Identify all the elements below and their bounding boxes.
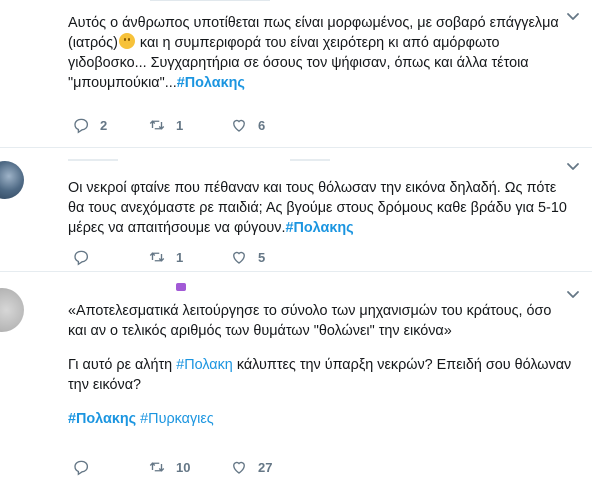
hashtag-link[interactable]: #Πολακη bbox=[176, 357, 233, 373]
like-button[interactable]: 27 bbox=[230, 457, 272, 477]
tweet-line: Οι νεκροί φταίνε που πέθαναν και τους θό… bbox=[68, 180, 557, 196]
retweet-icon bbox=[149, 252, 165, 262]
reply-icon bbox=[74, 250, 89, 266]
reply-button[interactable] bbox=[72, 247, 100, 267]
tweet-line-rest: και η συμπεριφορά του είναι χειρότερη κι… bbox=[139, 35, 500, 51]
tweet-actions: 1 5 bbox=[0, 247, 592, 267]
retweet-count: 10 bbox=[176, 459, 191, 475]
tweet-text: Οι νεκροί φταίνε που πέθαναν και τους θό… bbox=[68, 178, 567, 238]
truncated-header-line bbox=[150, 0, 270, 1]
like-count: 27 bbox=[258, 459, 273, 475]
retweet-icon bbox=[149, 120, 165, 130]
heart-icon bbox=[233, 461, 245, 474]
retweet-button[interactable]: 1 bbox=[148, 247, 183, 267]
tweet-line: Αυτός ο άνθρωπος υποτίθεται πως είναι μο… bbox=[68, 15, 559, 31]
badge-icon bbox=[176, 283, 186, 291]
chevron-down-icon[interactable] bbox=[566, 160, 580, 174]
reply-button[interactable] bbox=[72, 457, 100, 477]
tweet-3[interactable]: «Αποτελεσματικά λειτούργησε το σύνολο τω… bbox=[0, 271, 592, 478]
retweet-count: 1 bbox=[176, 117, 184, 133]
truncated-header-line bbox=[68, 159, 118, 161]
tweet-line-text: κάλυπτες την ύπαρξη νεκρών? Επειδή σου θ… bbox=[236, 357, 572, 373]
retweet-button[interactable]: 10 bbox=[148, 457, 190, 477]
tweet-actions: 10 27 bbox=[0, 457, 592, 477]
chevron-down-icon[interactable] bbox=[566, 10, 580, 24]
retweet-count: 1 bbox=[176, 249, 184, 265]
like-count: 6 bbox=[258, 117, 266, 133]
reply-button[interactable]: 2 bbox=[72, 115, 107, 135]
hashtags-line: #Πολακης #Πυρκαγιες bbox=[68, 409, 571, 429]
hashtag-link[interactable]: #Πολακης bbox=[68, 411, 136, 427]
reply-icon bbox=[74, 118, 89, 134]
retweet-icon bbox=[149, 462, 165, 472]
chevron-down-icon[interactable] bbox=[566, 288, 580, 302]
like-button[interactable]: 6 bbox=[230, 115, 265, 135]
tweet-text: Αυτός ο άνθρωπος υποτίθεται πως είναι μο… bbox=[68, 13, 559, 93]
tweet-line: θα τους ανεχόμαστε ρε παιδιά; Ας βγούμε … bbox=[68, 200, 567, 216]
tweet-actions: 2 1 6 bbox=[0, 115, 592, 135]
tweet-line: και αν ο τελικός αριθμός των θυμάτων "θο… bbox=[68, 323, 452, 339]
hashtag-link[interactable]: #Πυρκαγιες bbox=[140, 411, 214, 427]
tweet-1[interactable]: Αυτός ο άνθρωπος υποτίθεται πως είναι μο… bbox=[0, 0, 592, 147]
tweet-line: Γι αυτό ρε αλήτη #Πολακη κάλυπτες την ύπ… bbox=[68, 355, 571, 375]
tweet-line-prefix: (ιατρός) bbox=[68, 35, 118, 51]
tweet-line: την εικόνα? bbox=[68, 377, 142, 393]
tweet-line: (ιατρός) και η συμπεριφορά του είναι χει… bbox=[68, 33, 559, 53]
tweet-line: «Αποτελεσματικά λειτούργησε το σύνολο τω… bbox=[68, 303, 552, 319]
tweet-line: γιδοβοσκο... Συγχαρητήρια σε όσους τον ψ… bbox=[68, 55, 529, 71]
avatar[interactable] bbox=[0, 288, 24, 332]
tweet-line-text: μέρες να απαιτήσουμε να φύγουν. bbox=[68, 220, 286, 236]
tweet-line: μέρες να απαιτήσουμε να φύγουν.#Πολακης bbox=[68, 218, 567, 238]
heart-icon bbox=[233, 251, 245, 264]
hashtag-link[interactable]: #Πολακης bbox=[285, 220, 353, 236]
heart-icon bbox=[233, 119, 245, 132]
hashtag-link[interactable]: #Πολακης bbox=[177, 75, 245, 91]
tweet-line-text: Γι αυτό ρε αλήτη bbox=[68, 357, 173, 373]
avatar[interactable] bbox=[0, 161, 24, 199]
retweet-button[interactable]: 1 bbox=[148, 115, 183, 135]
tweet-text: «Αποτελεσματικά λειτούργησε το σύνολο τω… bbox=[68, 301, 571, 429]
tweet-2[interactable]: Οι νεκροί φταίνε που πέθαναν και τους θό… bbox=[0, 147, 592, 272]
worried-face-icon bbox=[118, 33, 135, 49]
tweet-line: "μπουμπούκια"...#Πολακης bbox=[68, 73, 559, 93]
reply-count: 2 bbox=[100, 117, 108, 133]
like-count: 5 bbox=[258, 249, 266, 265]
reply-icon bbox=[74, 460, 89, 476]
like-button[interactable]: 5 bbox=[230, 247, 265, 267]
truncated-header-line bbox=[290, 159, 330, 161]
tweet-line-text: "μπουμπούκια"... bbox=[68, 75, 177, 91]
